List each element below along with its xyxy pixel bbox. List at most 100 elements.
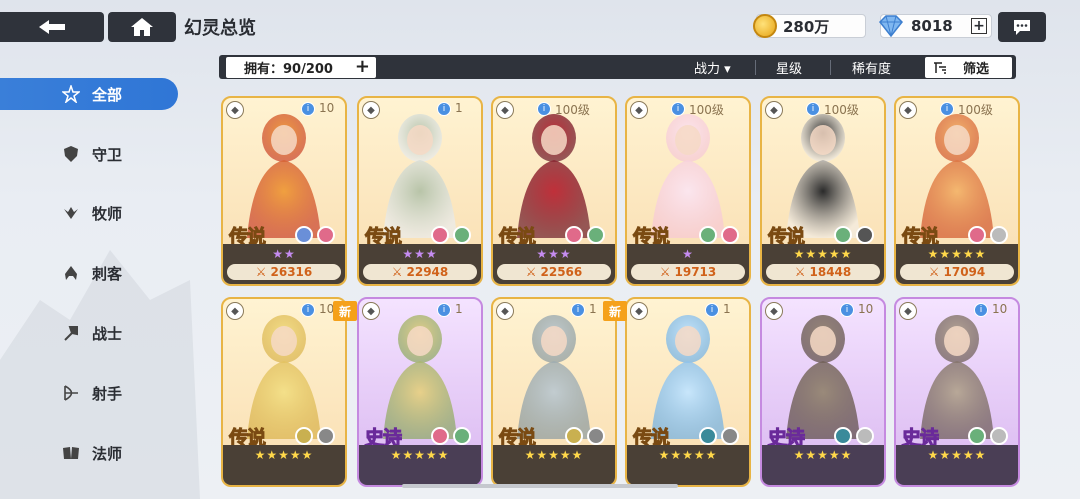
- element-icon: [317, 226, 335, 244]
- hero-level: 10: [319, 101, 335, 115]
- hero-portrait: [517, 315, 591, 439]
- power-value: ⚔ 22948: [363, 264, 477, 280]
- element-icon: [565, 226, 583, 244]
- swords-icon: ⚔: [391, 265, 403, 279]
- hero-card[interactable]: ◆ i 1 传说 ★★★★★: [625, 297, 751, 487]
- power-value: ⚔ 22566: [497, 264, 611, 280]
- info-icon: i: [940, 102, 954, 116]
- add-gems-button[interactable]: +: [971, 18, 987, 34]
- hero-level: 1: [455, 302, 463, 316]
- sidebar-item-assassin[interactable]: 刺客: [0, 257, 178, 289]
- element-icon: [721, 226, 739, 244]
- chat-bubble-icon: [1014, 20, 1030, 35]
- hero-card[interactable]: ◆ i 100级 传说 ★★★★★ ⚔ 17094: [894, 96, 1020, 286]
- power-value: ⚔ 26316: [227, 264, 341, 280]
- hero-level: 100级: [824, 103, 859, 117]
- element-icon: [699, 226, 717, 244]
- star-rating: ★★★★★: [524, 448, 584, 462]
- wings-icon: [64, 207, 78, 219]
- star-rating: ★★★★★: [390, 448, 450, 462]
- class-axe-icon: ◆: [496, 101, 514, 119]
- class-shield-icon: ◆: [630, 302, 648, 320]
- info-icon: i: [537, 102, 551, 116]
- sidebar-item-priest[interactable]: 牧师: [0, 197, 178, 229]
- class-bow-icon: ◆: [765, 302, 783, 320]
- filter-button[interactable]: 筛选: [925, 57, 1012, 78]
- hero-portrait: [247, 315, 321, 439]
- sidebar-item-mage[interactable]: 法师: [0, 437, 178, 469]
- hero-card[interactable]: ◆ i 1 史诗 ★★★★★: [357, 297, 483, 487]
- element-icon: [565, 427, 583, 445]
- hero-card[interactable]: ◆ i 100级 传说 ★★★★★ ⚔ 18448: [760, 96, 886, 286]
- power-number: 26316: [270, 265, 313, 279]
- info-icon: i: [437, 303, 451, 317]
- class-bow-icon: ◆: [226, 101, 244, 119]
- hero-card[interactable]: ◆ i 10 传说 ★★ ⚔ 26316: [221, 96, 347, 286]
- element-icon: [453, 427, 471, 445]
- info-icon: i: [571, 303, 585, 317]
- sidebar-item-archer[interactable]: 射手: [0, 377, 178, 409]
- hero-level: 1: [455, 101, 463, 115]
- sidebar-item-label: 战士: [92, 324, 123, 343]
- info-icon: i: [806, 102, 820, 116]
- gem-currency: 8018 +: [878, 14, 992, 38]
- sort-star-button[interactable]: 星级: [776, 58, 802, 77]
- class-shield-icon: ◆: [362, 302, 380, 320]
- new-badge: 新: [603, 301, 627, 321]
- sort-rarity-button[interactable]: 稀有度: [852, 58, 891, 77]
- chat-button[interactable]: [998, 12, 1046, 42]
- hero-portrait: [383, 114, 457, 238]
- sidebar-item-label: 射手: [92, 384, 123, 403]
- element-icon: [317, 427, 335, 445]
- power-value: ⚔ 17094: [900, 264, 1014, 280]
- hero-card[interactable]: ◆ i 10 史诗 ★★★★★: [760, 297, 886, 487]
- sort-power-button[interactable]: 战力 ▾: [694, 58, 731, 77]
- sidebar-item-warrior[interactable]: 战士: [0, 317, 178, 349]
- owned-count-label: 拥有：90/200: [244, 62, 333, 77]
- hero-card[interactable]: ◆ i 100级 传说 ★★★ ⚔ 22566: [491, 96, 617, 286]
- swords-icon: ⚔: [255, 265, 267, 279]
- hero-portrait: [517, 114, 591, 238]
- sidebar-item-label: 刺客: [92, 264, 123, 283]
- hero-card[interactable]: ◆ i 100级 传说 ★ ⚔ 19713: [625, 96, 751, 286]
- star-rating: ★★★★★: [254, 448, 314, 462]
- hero-level: 1: [589, 302, 597, 316]
- divider: [755, 60, 756, 75]
- gold-coin-icon: [753, 14, 777, 38]
- bow-icon: [64, 385, 78, 401]
- power-number: 19713: [674, 265, 717, 279]
- sidebar-item-all[interactable]: 全部: [0, 78, 178, 110]
- swords-icon: ⚔: [928, 265, 940, 279]
- power-value: ⚔ 18448: [766, 264, 880, 280]
- class-hood-icon: ◆: [765, 101, 783, 119]
- info-icon: i: [671, 102, 685, 116]
- gold-amount: 280万: [783, 17, 830, 36]
- hero-card[interactable]: ◆ i 10 传说 ★★★★★: [221, 297, 347, 487]
- element-icon: [834, 427, 852, 445]
- hero-portrait: [247, 114, 321, 238]
- sidebar-item-guard[interactable]: 守卫: [0, 138, 178, 170]
- back-button[interactable]: [0, 12, 104, 42]
- hero-portrait: [786, 114, 860, 238]
- home-button[interactable]: [108, 12, 176, 42]
- hero-portrait: [651, 114, 725, 238]
- class-wings-icon: ◆: [630, 101, 648, 119]
- hero-card[interactable]: ◆ i 1 传说 ★★★ ⚔ 22948: [357, 96, 483, 286]
- back-arrow-icon: [39, 20, 65, 34]
- sidebar-item-label: 牧师: [92, 204, 123, 223]
- axe-icon: [64, 326, 78, 341]
- class-shield-icon: ◆: [362, 101, 380, 119]
- element-icon: [834, 226, 852, 244]
- expand-capacity-button[interactable]: +: [355, 58, 370, 76]
- element-icon: [431, 226, 449, 244]
- new-badge: 新: [333, 301, 357, 321]
- element-icon: [721, 427, 739, 445]
- info-icon: i: [301, 303, 315, 317]
- star-outline-icon: [62, 85, 80, 103]
- hero-card[interactable]: ◆ i 10 史诗 ★★★★★: [894, 297, 1020, 487]
- info-icon: i: [437, 102, 451, 116]
- info-icon: i: [840, 303, 854, 317]
- divider: [830, 60, 831, 75]
- hero-card[interactable]: ◆ i 1 传说 ★★★★★: [491, 297, 617, 487]
- home-indicator: [402, 484, 678, 488]
